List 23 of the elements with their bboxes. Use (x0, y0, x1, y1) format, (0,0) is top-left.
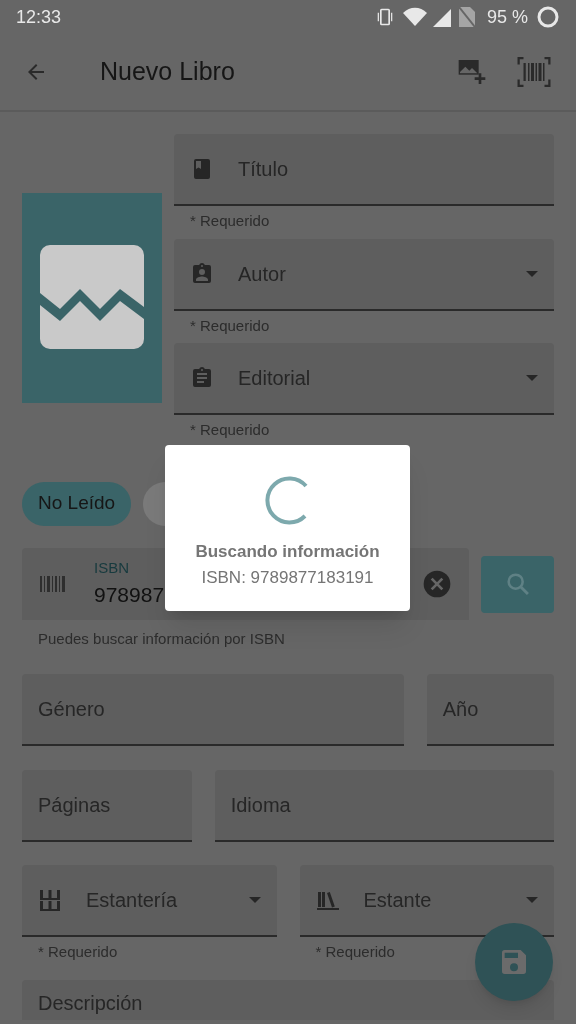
screen-title: Nuevo Libro (100, 56, 236, 88)
helper-text: * Requerido (189, 211, 271, 231)
helper-text: * Requerido (37, 942, 119, 962)
helper-text: * Requerido (314, 942, 396, 962)
helper-text: * Requerido (189, 315, 271, 336)
battery-percent: 95 % (486, 5, 528, 29)
field-label: Estante (363, 888, 433, 913)
field-label: Páginas (38, 793, 112, 818)
field-label: Estantería (86, 888, 179, 913)
field-label: Año (442, 697, 480, 722)
field-label: ISBN (94, 557, 129, 578)
dialog-message: ISBN: 9789877183191 (201, 566, 374, 589)
dialog-title: Buscando información (195, 541, 380, 563)
field-value: 978987 (94, 582, 165, 608)
field-label: Título (238, 157, 290, 182)
field-label: Autor (238, 261, 287, 287)
helper-text: Puedes buscar información por ISBN (37, 628, 286, 649)
helper-text: * Requerido (189, 420, 271, 440)
status-time: 12:33 (16, 5, 63, 29)
field-label: Descripción (38, 991, 143, 1014)
field-label: Editorial (238, 366, 312, 391)
field-label: Idioma (230, 793, 292, 818)
field-label: Género (38, 697, 106, 722)
